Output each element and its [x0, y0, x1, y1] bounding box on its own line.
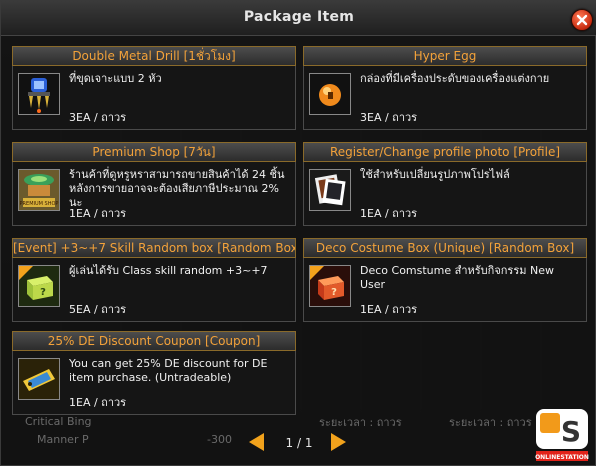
premium-shop-icon: PREMIUM SHOP [19, 170, 59, 210]
logo-letter: S [561, 415, 581, 448]
item-icon-frame: ? [18, 265, 60, 307]
package-item-card: Hyper Egg กล่องที่มีเครื่องประดับของเครื… [303, 46, 587, 130]
svg-text:?: ? [331, 287, 337, 298]
item-description: ใช้สำหรับเปลี่ยนรูปภาพโปรไฟล์ [360, 168, 510, 181]
previous-page-arrow-icon[interactable] [249, 433, 264, 451]
item-name: Register/Change profile photo [Profile] [303, 142, 587, 162]
item-description: Deco Comstume สำหรับกิจกรรม New User [360, 264, 554, 291]
hyper-egg-icon [310, 74, 350, 114]
package-item-card: 25% DE Discount Coupon [Coupon] You can … [12, 331, 296, 415]
item-quantity: 1EA / ถาวร [69, 396, 127, 409]
package-item-card: Premium Shop [7วัน] PREMIUM SHOP ร้านค้า… [12, 142, 296, 226]
item-icon-frame [18, 73, 60, 115]
item-icon-frame [18, 358, 60, 400]
background-label: Critical Bing [25, 415, 92, 428]
package-item-window: Package Item Double Metal Drill [1ชั่วโม… [0, 0, 596, 466]
onlinestation-logo: S ONLINESTATION [535, 409, 589, 461]
logo-text: ONLINESTATION [535, 454, 589, 461]
item-description: กล่องที่มีเครื่องประดับของเครื่องแต่งกาย [360, 72, 550, 85]
deco-costume-box-icon: ? [310, 266, 350, 306]
item-name: Premium Shop [7วัน] [12, 142, 296, 162]
item-name: Hyper Egg [303, 46, 587, 66]
item-quantity: 1EA / ถาวร [360, 303, 418, 316]
item-icon-frame [309, 169, 351, 211]
item-description: You can get 25% DE discount for DE item … [69, 357, 268, 384]
premium-shop-icon-label: PREMIUM SHOP [20, 201, 59, 207]
background-label: ระยะเวลา : ถาวร [319, 416, 402, 429]
item-icon-frame: ? [309, 265, 351, 307]
metal-drill-icon [19, 74, 59, 114]
item-name: 25% DE Discount Coupon [Coupon] [12, 331, 296, 351]
package-item-card: Register/Change profile photo [Profile] … [303, 142, 587, 226]
background-label: ระยะเวลา : ถาวร [449, 416, 532, 429]
background-label: -300 [207, 433, 232, 446]
item-description: ที่ขุดเจาะแบบ 2 หัว [69, 72, 162, 85]
skill-random-box-icon: ? [19, 266, 59, 306]
profile-photo-icon [310, 170, 350, 210]
package-item-card: [Event] +3~+7 Skill Random box [Random B… [12, 238, 296, 322]
discount-coupon-icon [19, 359, 59, 399]
window-title: Package Item [243, 9, 355, 25]
item-quantity: 3EA / ถาวร [69, 111, 127, 124]
item-description: ผู้เล่นได้รับ Class skill random +3~+7 [69, 264, 268, 277]
package-item-card: Double Metal Drill [1ชั่วโมง] ที่ขุดเจาะ… [12, 46, 296, 130]
item-icon-frame: PREMIUM SHOP [18, 169, 60, 211]
item-name: Deco Costume Box (Unique) [Random Box] [303, 238, 587, 258]
next-page-arrow-icon[interactable] [331, 433, 346, 451]
item-quantity: 1EA / ถาวร [360, 207, 418, 220]
package-item-card: Deco Costume Box (Unique) [Random Box] ?… [303, 238, 587, 322]
close-icon [576, 14, 588, 26]
svg-text:?: ? [40, 287, 46, 298]
page-indicator: 1 / 1 [285, 436, 313, 450]
item-quantity: 5EA / ถาวร [69, 303, 127, 316]
item-quantity: 1EA / ถาวร [69, 207, 127, 220]
item-icon-frame [309, 73, 351, 115]
background-label: Manner P [37, 433, 89, 446]
item-description: ร้านค้าที่ดูหรูหราสามารถขายสินค้าได้ 24 … [69, 168, 285, 209]
item-quantity: 3EA / ถาวร [360, 111, 418, 124]
item-name: Double Metal Drill [1ชั่วโมง] [12, 46, 296, 66]
title-bar: Package Item [1, 1, 596, 36]
item-name: [Event] +3~+7 Skill Random box [Random B… [12, 238, 296, 258]
close-button[interactable] [571, 9, 593, 31]
